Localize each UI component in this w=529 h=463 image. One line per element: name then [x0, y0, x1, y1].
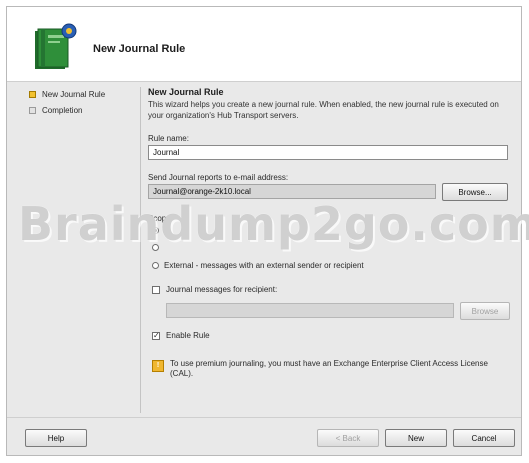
section-title: New Journal Rule	[148, 87, 224, 97]
info-text: To use premium journaling, you must have…	[170, 359, 488, 378]
wizard-window: New Journal Rule New Journal Rule Comple…	[6, 6, 522, 456]
step-active-icon	[29, 90, 36, 98]
new-button[interactable]: New	[385, 429, 447, 447]
help-button[interactable]: Help	[25, 429, 87, 447]
rule-name-input[interactable]	[148, 145, 508, 160]
wizard-content: New Journal Rule This wizard helps you c…	[148, 87, 510, 415]
wizard-steps-nav: New Journal Rule Completion	[29, 87, 139, 119]
journal-book-icon	[35, 23, 77, 69]
nav-step-completion[interactable]: Completion	[29, 103, 139, 117]
cancel-button[interactable]: Cancel	[453, 429, 515, 447]
section-description: This wizard helps you create a new journ…	[148, 100, 499, 120]
journal-recipient-field[interactable]	[166, 303, 454, 318]
journal-recipient-checkbox[interactable]: Journal messages for recipient:	[152, 285, 277, 294]
checkbox-unchecked-icon	[152, 285, 160, 294]
nav-step-new-journal-rule[interactable]: New Journal Rule	[29, 87, 139, 101]
radio-unselected-icon	[152, 244, 159, 251]
step-pending-icon	[29, 106, 36, 114]
wizard-banner: New Journal Rule	[7, 7, 521, 82]
info-warning-icon: !	[152, 360, 164, 372]
browse-recipient-button[interactable]: Browse	[460, 302, 510, 320]
scope-option-external[interactable]: External - messages with an external sen…	[152, 261, 364, 270]
footer-divider	[7, 417, 521, 418]
scope-option-internal[interactable]	[152, 244, 164, 251]
scope-option-label: External - messages with an external sen…	[164, 261, 364, 270]
back-button[interactable]: < Back	[317, 429, 379, 447]
journal-recipient-label: Journal messages for recipient:	[166, 285, 278, 294]
rule-name-label: Rule name:	[148, 134, 189, 143]
scope-label: Scope:	[148, 214, 173, 223]
premium-journaling-note: ! To use premium journaling, you must ha…	[152, 359, 502, 379]
send-to-address-field[interactable]	[148, 184, 436, 199]
nav-step-label: Completion	[42, 105, 83, 115]
send-to-label: Send Journal reports to e-mail address:	[148, 173, 289, 182]
nav-divider	[140, 87, 141, 413]
checkbox-checked-icon: ✓	[152, 330, 160, 340]
browse-address-button[interactable]: Browse...	[442, 183, 508, 201]
nav-step-label: New Journal Rule	[42, 89, 106, 99]
scope-option-global[interactable]	[152, 227, 164, 234]
enable-rule-label: Enable Rule	[166, 331, 210, 340]
enable-rule-checkbox[interactable]: ✓ Enable Rule	[152, 331, 210, 340]
wizard-title: New Journal Rule	[93, 43, 186, 55]
radio-unselected-icon	[152, 262, 159, 269]
radio-selected-icon	[152, 227, 159, 234]
